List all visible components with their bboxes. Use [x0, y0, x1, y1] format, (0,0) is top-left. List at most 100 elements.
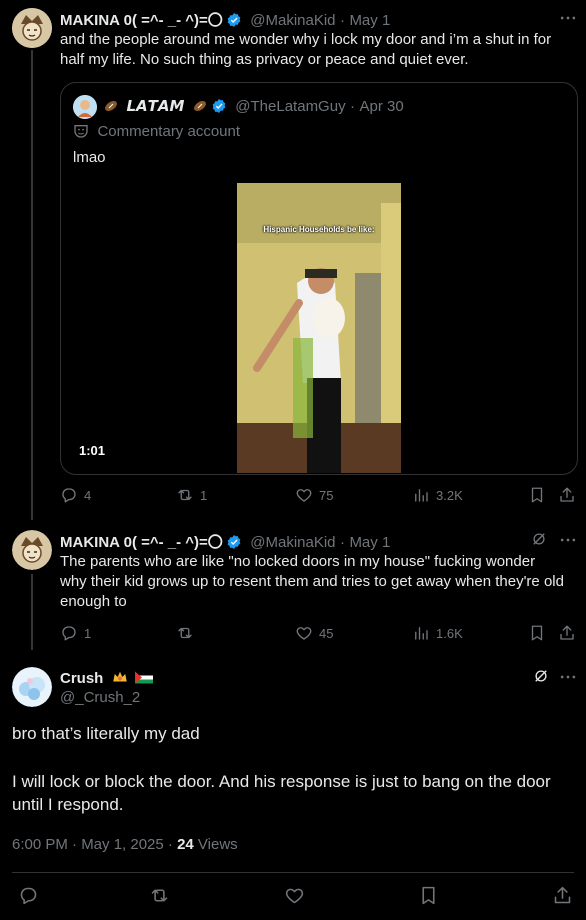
- verified-icon: [227, 535, 241, 549]
- repost-icon: [151, 889, 168, 902]
- more-icon: [560, 538, 576, 542]
- share-icon: [560, 625, 574, 640]
- tweet-text: The parents who are like "no locked door…: [60, 553, 564, 610]
- views-icon: [415, 489, 428, 502]
- football-icon: [105, 100, 117, 112]
- commentary-label: Commentary account: [73, 123, 240, 143]
- separator: ·: [350, 98, 356, 115]
- display-name[interactable]: 𝙇𝘼𝙏𝘼𝙈: [126, 98, 184, 115]
- thread-line: [31, 50, 33, 520]
- main-tweet-text: I will lock or block the door. And his r…: [12, 772, 551, 814]
- views-count: 1.6K: [436, 625, 463, 641]
- bookmark-icon: [531, 487, 543, 503]
- divider: [12, 872, 574, 873]
- repost-button[interactable]: [176, 624, 200, 642]
- video-duration: 1:01: [73, 441, 112, 460]
- reply-button[interactable]: 1: [60, 624, 91, 642]
- separator: ·: [339, 534, 345, 551]
- like-icon: [296, 627, 312, 640]
- tweet1-header: MAKINA 0( =^- _- ^)=〇 @MakinaKid · May 1: [60, 9, 390, 29]
- reply-button[interactable]: 4: [60, 486, 91, 504]
- separator: ·: [339, 12, 345, 29]
- tweet-actions: 4 1 75 3.2K: [60, 486, 576, 506]
- views-count: 3.2K: [436, 487, 463, 503]
- views-icon: [415, 627, 428, 640]
- display-name[interactable]: MAKINA 0( =^- _- ^)=〇: [60, 534, 223, 551]
- display-name[interactable]: MAKINA 0( =^- _- ^)=〇: [60, 12, 223, 29]
- avatar-image: [12, 8, 52, 48]
- commentary-text: Commentary account: [97, 123, 241, 140]
- like-icon: [285, 888, 304, 904]
- masks-icon: [74, 125, 88, 138]
- bookmark-button[interactable]: [528, 486, 546, 504]
- reply-button[interactable]: [18, 885, 39, 906]
- repost-button[interactable]: [149, 885, 170, 906]
- bookmark-button[interactable]: [528, 624, 546, 642]
- views-button[interactable]: 1.6K: [412, 624, 463, 642]
- grok-icon: [533, 533, 545, 545]
- like-count: 45: [319, 625, 334, 641]
- crown-emoji-icon: [113, 671, 127, 682]
- main-tweet-text: bro that’s literally my dad: [12, 724, 200, 743]
- grok-button[interactable]: [532, 667, 550, 690]
- verified-icon: [227, 13, 241, 27]
- bookmark-icon: [531, 625, 543, 641]
- share-button[interactable]: [558, 624, 576, 642]
- tweet-meta: 6:00 PM · May 1, 2025 · 24 Views: [12, 836, 238, 853]
- timestamp[interactable]: May 1: [349, 12, 390, 29]
- views-count: 24: [177, 836, 194, 853]
- video-player[interactable]: Hispanic Households be like:: [237, 183, 401, 473]
- video-caption: Hispanic Households be like:: [263, 225, 375, 234]
- handle[interactable]: @TheLatamGuy: [235, 98, 345, 115]
- more-button[interactable]: [558, 667, 578, 692]
- timestamp[interactable]: May 1: [349, 534, 390, 551]
- timestamp[interactable]: Apr 30: [359, 98, 403, 115]
- verified-icon: [212, 99, 226, 113]
- repost-icon: [178, 489, 192, 501]
- quote-avatar[interactable]: [73, 95, 97, 119]
- reply-count: 1: [84, 625, 92, 641]
- like-count: 75: [319, 487, 334, 503]
- avatar[interactable]: [12, 530, 52, 570]
- like-button[interactable]: [284, 885, 305, 906]
- bookmark-button[interactable]: [418, 885, 439, 906]
- handle[interactable]: @MakinaKid: [250, 12, 335, 29]
- quoted-tweet[interactable]: 𝙇𝘼𝙏𝘼𝙈 @TheLatamGuy · Apr 30 Commentary a…: [60, 82, 578, 475]
- avatar[interactable]: [12, 8, 52, 48]
- repost-button[interactable]: 1: [176, 486, 207, 504]
- repost-icon: [178, 627, 192, 639]
- tweet-actions: 1 45 1.6K: [60, 624, 576, 644]
- reply-icon: [62, 488, 76, 503]
- like-button[interactable]: 45: [295, 624, 333, 642]
- share-button[interactable]: [558, 486, 576, 504]
- flag-icon: [135, 671, 154, 684]
- thread-line: [31, 574, 33, 650]
- main-header: Crush: [60, 668, 154, 688]
- like-icon: [296, 489, 312, 502]
- display-name[interactable]: Crush: [60, 670, 103, 687]
- views-button[interactable]: 3.2K: [412, 486, 463, 504]
- share-icon: [560, 487, 574, 502]
- football-icon: [193, 100, 206, 112]
- handle[interactable]: @MakinaKid: [250, 534, 335, 551]
- views-label: Views: [193, 836, 238, 853]
- post-time[interactable]: 6:00 PM · May 1, 2025 ·: [12, 836, 177, 853]
- reply-icon: [20, 887, 37, 905]
- share-icon: [554, 886, 571, 904]
- like-button[interactable]: 75: [295, 486, 333, 504]
- handle[interactable]: @_Crush_2: [60, 689, 140, 706]
- repost-count: 1: [200, 487, 208, 503]
- reply-icon: [62, 626, 76, 641]
- more-icon: [560, 16, 576, 20]
- avatar[interactable]: [12, 667, 52, 707]
- share-button[interactable]: [552, 885, 573, 906]
- avatar-image: [73, 95, 97, 119]
- quote-text: lmao: [73, 149, 106, 166]
- avatar-image: [12, 667, 52, 707]
- tweet-text: and the people around me wonder why i lo…: [60, 31, 552, 68]
- avatar-image: [12, 530, 52, 570]
- main-tweet-actions: [18, 885, 574, 907]
- grok-button[interactable]: [530, 530, 548, 553]
- reply-count: 4: [84, 487, 92, 503]
- tweet2-header: MAKINA 0( =^- _- ^)=〇 @MakinaKid · May 1: [60, 531, 390, 551]
